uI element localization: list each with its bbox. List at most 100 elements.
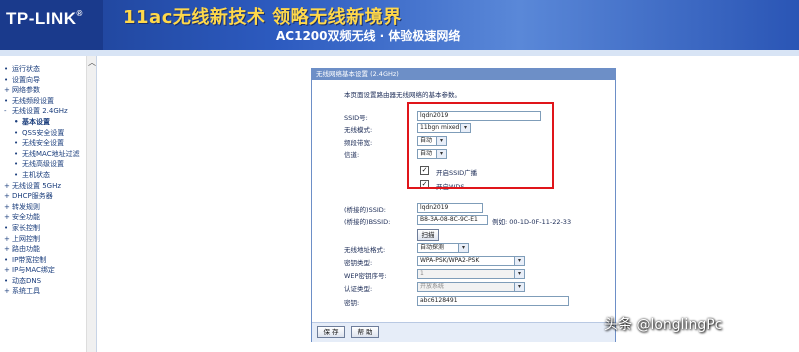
sidebar-item-label: 转发规则 [12, 202, 40, 211]
bullet-icon: + [4, 202, 10, 211]
bullet-icon: • [14, 170, 19, 179]
bullet-icon: - [4, 107, 7, 116]
sidebar-item-label: 上网控制 [12, 234, 40, 243]
watermark-text: 头条 @longlingPc [604, 317, 723, 333]
key-type-value: WPA-PSK/WPA2-PSK [420, 257, 480, 264]
wep-index-label: WEP密钥序号: [344, 272, 387, 280]
sidebar-item[interactable]: • 主机状态 [4, 170, 88, 181]
sidebar-item[interactable]: + DHCP服务器 [4, 191, 88, 202]
sidebar-item[interactable]: + 转发规则 [4, 202, 88, 213]
bullet-icon: • [14, 117, 19, 126]
chevron-down-icon: ▾ [514, 283, 524, 291]
sidebar-item[interactable]: • IP带宽控制 [4, 255, 88, 266]
page-description: 本页面设置路由器无线网络的基本参数。 [344, 91, 461, 99]
bridge-bssid-label: (桥接的)BSSID: [344, 218, 391, 226]
key-type-label: 密钥类型: [344, 259, 373, 267]
sidebar-item[interactable]: • 设置向导 [4, 75, 88, 86]
sidebar-item-label: 动态DNS [12, 276, 42, 285]
address-format-select[interactable]: 自动探测 ▾ [417, 243, 469, 253]
panel-footer: 保 存 帮 助 [312, 322, 615, 342]
sidebar-item[interactable]: • 无线频段设置 [4, 96, 88, 107]
key-label: 密钥: [344, 299, 360, 307]
sidebar-item[interactable]: + 网络参数 [4, 85, 88, 96]
bullet-icon: + [4, 213, 10, 222]
bridge-bssid-input[interactable]: B8-3A-08-8C-9C-E1 [417, 215, 488, 225]
help-button[interactable]: 帮 助 [351, 326, 379, 338]
sidebar-item[interactable]: • 无线MAC地址过滤 [4, 149, 88, 160]
key-type-select[interactable]: WPA-PSK/WPA2-PSK ▾ [417, 256, 525, 266]
sidebar-item[interactable]: - 无线设置 2.4GHz [4, 106, 88, 117]
bullet-icon: + [4, 266, 10, 275]
sidebar-item[interactable]: • 无线高级设置 [4, 159, 88, 170]
sidebar-item-label: 无线频段设置 [12, 96, 54, 105]
ssid-label: SSID号: [344, 114, 368, 122]
address-format-value: 自动探测 [420, 244, 445, 251]
header-banner: TP-LINK® 11ac无线新技术 领略无线新境界 AC1200双频无线 · … [0, 0, 799, 50]
tp-link-logo: TP-LINK® [6, 9, 83, 28]
sidebar-item-label: IP带宽控制 [12, 255, 47, 264]
channel-label: 信道: [344, 151, 360, 159]
auth-type-select[interactable]: 开放系统 ▾ [417, 282, 525, 292]
header-divider [0, 50, 799, 56]
highlight-box [407, 102, 554, 189]
sidebar-item-label: 系统工具 [12, 287, 40, 296]
auth-type-label: 认证类型: [344, 285, 373, 293]
sidebar-item-label: 运行状态 [12, 65, 40, 73]
bullet-icon: • [14, 128, 19, 137]
wep-index-select[interactable]: 1 ▾ [417, 269, 525, 279]
bullet-icon: • [14, 160, 19, 169]
sidebar-item[interactable]: • QSS安全设置 [4, 128, 88, 139]
auth-type-value: 开放系统 [420, 283, 445, 290]
bridge-ssid-input[interactable]: lqdn2019 [417, 203, 483, 213]
sidebar-item-label: 无线安全设置 [22, 139, 64, 148]
sidebar-item-label: 路由功能 [12, 245, 40, 254]
sidebar-item-label: 无线高级设置 [22, 160, 64, 169]
wep-index-value: 1 [420, 270, 424, 277]
menu-list: • 运行状态 • 设置向导 + 网络参数 • 无线频段设置 - 无线设置 2.4GHz • 基本设置 •… [4, 64, 88, 297]
scan-button[interactable]: 扫描 [417, 229, 439, 241]
chevron-down-icon: ▾ [514, 257, 524, 265]
bullet-icon: • [4, 276, 9, 285]
sidebar-item[interactable]: + 安全功能 [4, 212, 88, 223]
bullet-icon: + [4, 287, 10, 296]
sidebar-item[interactable]: + 上网控制 [4, 234, 88, 245]
sidebar-item[interactable]: • 运行状态 [4, 64, 88, 75]
chevron-down-icon: ▾ [514, 270, 524, 278]
save-button[interactable]: 保 存 [317, 326, 345, 338]
sidebar-item[interactable]: + 系统工具 [4, 286, 88, 297]
sidebar-item[interactable]: + 路由功能 [4, 244, 88, 255]
sidebar-item-label: 网络参数 [12, 86, 40, 95]
sidebar-item-label: 主机状态 [22, 170, 50, 179]
bullet-icon: • [14, 149, 19, 158]
key-input[interactable]: abc6128491 [417, 296, 569, 306]
sidebar-item[interactable]: + 无线设置 5GHz [4, 181, 88, 192]
logo-area: TP-LINK® [0, 0, 103, 50]
bullet-icon: • [4, 75, 9, 84]
bullet-icon: • [4, 96, 9, 105]
bridge-ssid-label: (桥接的)SSID: [344, 206, 386, 214]
banner-slogan-sub: AC1200双频无线 · 体验极速网络 [276, 29, 461, 43]
bssid-example: 例如: 00-1D-0F-11-22-33 [492, 218, 572, 226]
sidebar-item[interactable]: • 家长控制 [4, 223, 88, 234]
sidebar-item[interactable]: + IP与MAC绑定 [4, 265, 88, 276]
bullet-icon: • [14, 139, 19, 148]
banner-slogan-main: 11ac无线新技术 领略无线新境界 [123, 7, 402, 28]
scroll-up-icon[interactable]: ︿ [87, 58, 96, 68]
bullet-icon: + [4, 234, 10, 243]
bullet-icon: + [4, 192, 10, 201]
sidebar-item-label: QSS安全设置 [22, 128, 65, 137]
sidebar-item[interactable]: • 无线安全设置 [4, 138, 88, 149]
sidebar-item[interactable]: • 动态DNS [4, 276, 88, 287]
sidebar-item-label: 家长控制 [12, 223, 40, 232]
bullet-icon: + [4, 181, 10, 190]
bullet-icon: + [4, 245, 10, 254]
sidebar-menu: • 运行状态 • 设置向导 + 网络参数 • 无线频段设置 - 无线设置 2.4GHz • 基本设置 •… [0, 56, 97, 352]
chevron-down-icon: ▾ [458, 244, 468, 252]
sidebar-item-label: DHCP服务器 [12, 192, 53, 201]
address-format-label: 无线地址格式: [344, 246, 386, 254]
bullet-icon: • [4, 223, 9, 232]
sidebar-scrollbar[interactable]: ︿ [86, 56, 96, 352]
sidebar-item[interactable]: • 基本设置 [4, 117, 88, 128]
panel-title: 无线网络基本设置 (2.4GHz) [312, 69, 615, 80]
sidebar-item-label: 无线MAC地址过滤 [22, 149, 80, 158]
